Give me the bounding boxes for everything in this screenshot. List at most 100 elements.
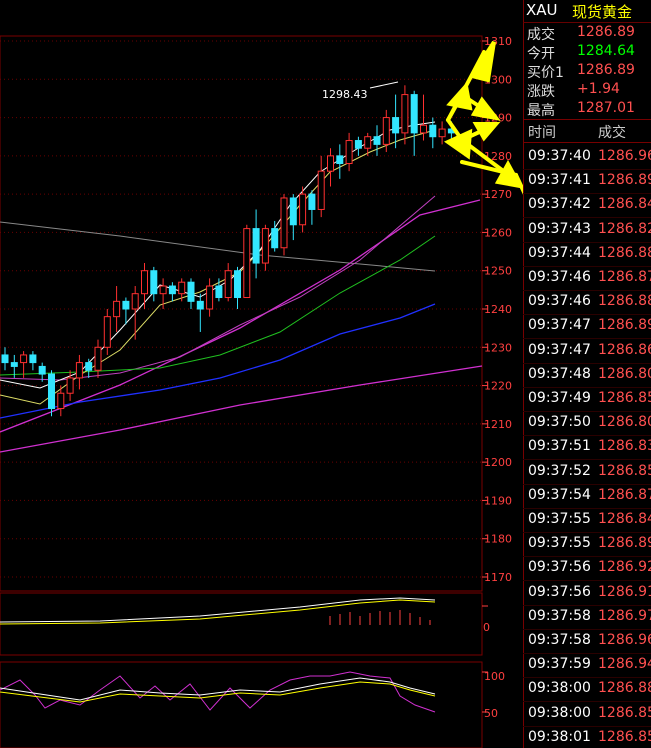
tick-time: 09:37:49	[528, 390, 591, 406]
price-tick-label: 1190	[484, 494, 512, 507]
candle-body	[168, 285, 176, 295]
tick-row: 09:37:56 1286.92	[523, 556, 651, 582]
tick-price: 1286.84	[598, 196, 651, 213]
tick-price: 1286.83	[598, 438, 651, 455]
quote-panel: XAU 现货黄金 成交 1286.89 今开 1284.64 买价1 1286.89 涨跌 +…	[523, 0, 651, 748]
price-tick-label: 1200	[484, 456, 512, 469]
tick-time: 09:37:52	[528, 462, 591, 479]
candle	[85, 358, 93, 378]
price-tick-label: 1220	[484, 380, 512, 393]
tick-time: 09:38:00	[528, 680, 591, 697]
candle	[252, 209, 260, 279]
tick-time: 09:37:55	[528, 511, 591, 527]
tick-time: 09:37:43	[528, 220, 591, 237]
tick-price: 1286.88	[598, 293, 651, 310]
candle-body	[392, 117, 400, 134]
ma-white	[0, 121, 436, 389]
candle-body	[206, 285, 214, 310]
tick-time: 09:37:51	[528, 438, 591, 455]
tick-time: 09:37:46	[528, 269, 591, 285]
candle-body	[420, 124, 427, 134]
tick-price: 1286.82	[598, 220, 651, 237]
tick-price: 1286.97	[598, 607, 651, 624]
ma-green	[0, 235, 436, 376]
quote-label: 买价1	[527, 65, 564, 81]
candle	[196, 293, 204, 332]
tick-row: 09:37:58 1286.96	[523, 629, 651, 654]
candle-body	[38, 365, 46, 375]
candle	[308, 190, 316, 225]
tick-price: 1286.84	[598, 511, 651, 527]
quote-value: 1284.64	[577, 43, 635, 59]
candle-body	[234, 270, 241, 299]
tick-price: 1286.80	[598, 414, 651, 431]
candle-body	[75, 362, 83, 379]
quote-label: 最高	[527, 103, 555, 119]
candle	[373, 125, 381, 156]
volume-bars	[329, 610, 431, 625]
tick-time: 09:37:42	[528, 196, 591, 213]
candle-body	[48, 373, 55, 410]
high-annotation-leader	[369, 81, 399, 89]
candle-body	[438, 128, 446, 138]
candle	[187, 278, 195, 309]
candle	[336, 144, 344, 179]
candle-body	[410, 94, 418, 134]
ticks-header-time: 时间	[528, 125, 556, 141]
candle	[224, 263, 232, 302]
candle-body	[131, 293, 139, 310]
candle	[410, 90, 418, 156]
candle-body	[103, 316, 111, 348]
candle	[401, 85, 409, 145]
candle-body	[20, 354, 28, 364]
candle-body	[401, 94, 409, 134]
tick-row: 09:37:47 1286.89	[523, 314, 651, 340]
tick-row: 09:37:58 1286.97	[523, 605, 651, 630]
candle-body	[308, 193, 316, 210]
tick-price: 1286.88	[598, 680, 651, 697]
ticks-header: 时间 成交	[523, 119, 651, 143]
candle	[29, 351, 37, 371]
tick-price: 1286.87	[598, 269, 651, 285]
tick-price: 1286.85	[598, 728, 651, 745]
candle-body	[373, 136, 381, 145]
tick-time: 09:37:54	[528, 486, 591, 503]
candle	[131, 286, 139, 340]
oscillator-panel-frame	[0, 661, 483, 748]
tick-price: 1286.89	[598, 535, 651, 552]
candle-body	[215, 285, 223, 299]
price-chart: 1310130012901280127012601250124012301220…	[0, 35, 523, 748]
tick-row: 09:37:55 1286.84	[523, 508, 651, 533]
candle-body	[429, 124, 437, 138]
price-grid	[0, 40, 482, 578]
tick-price: 1286.92	[598, 559, 651, 576]
osc-yellow	[0, 681, 436, 703]
osc-white	[0, 677, 436, 701]
quote-label: 今开	[527, 46, 555, 62]
candle-body	[261, 228, 269, 264]
candle	[289, 194, 297, 241]
tick-time: 09:37:59	[528, 656, 591, 673]
candle-body	[382, 117, 390, 145]
candle	[141, 263, 148, 309]
tick-row: 09:38:00 1286.88	[523, 677, 651, 703]
price-tick-label: 1230	[484, 341, 512, 354]
oscillator-axis: 100 50	[482, 670, 505, 720]
tick-time: 09:37:56	[528, 559, 591, 576]
tick-row: 09:37:43 1286.82	[523, 218, 651, 243]
quote-value: +1.94	[577, 81, 620, 97]
candle-body	[57, 392, 65, 410]
candle	[354, 136, 362, 156]
candle-body	[10, 362, 18, 367]
candle-body	[196, 300, 204, 310]
tick-row: 09:37:51 1286.83	[523, 435, 651, 461]
candle-body	[113, 300, 121, 318]
candle-body	[252, 228, 260, 264]
quote-row: 最高 1287.01	[523, 99, 651, 119]
tick-row: 09:37:55 1286.89	[523, 532, 651, 558]
tick-row: 09:37:46 1286.88	[523, 290, 651, 316]
candle	[168, 282, 176, 302]
symbol-label: XAU	[526, 1, 558, 19]
ma-gray-line	[0, 221, 436, 272]
candle	[48, 370, 55, 417]
